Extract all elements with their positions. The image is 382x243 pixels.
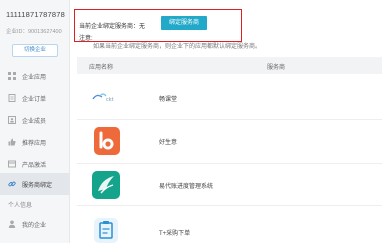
sidebar-item-label: 我的企业 [22, 222, 47, 229]
column-header-service-provider: 服务商 [267, 65, 286, 71]
switch-enterprise-button[interactable]: 切换企业 [12, 44, 58, 57]
sidebar: 11111871787878 企业ID：90013627400 切换企业 企业应… [0, 0, 70, 243]
note-text: 如果当前企业绑定服务商，则企业下的应用都默认绑定服务商。 [93, 44, 262, 50]
svg-text:ckt: ckt [106, 97, 114, 103]
tplus-purchase-logo [94, 218, 118, 243]
main-content: 当前企业绑定服务商：无 绑定服务商 注意: 如果当前企业绑定服务商，则企业下的应… [71, 0, 382, 243]
sidebar-item-service-binding[interactable]: 服务商绑定 [0, 173, 70, 195]
table-row[interactable]: ckt 畅课堂 [77, 74, 382, 120]
sidebar-item-recommended-apps[interactable]: 推荐应用 [0, 131, 70, 153]
app-name: 好生意 [159, 140, 178, 146]
sidebar-item-label: 产品激活 [22, 162, 47, 169]
activate-icon [8, 160, 16, 168]
sidebar-item-enterprise-members[interactable]: 企业成员 [0, 109, 70, 131]
enterprise-id: 企业ID：90013627400 [6, 29, 62, 35]
sidebar-item-product-activation[interactable]: 产品激活 [0, 153, 70, 175]
table-header: 应用名称 服务商 [77, 57, 382, 74]
app-name: 畅课堂 [159, 97, 178, 103]
table-row[interactable]: 好生意 [77, 120, 382, 164]
sidebar-item-label: 企业订单 [22, 96, 47, 103]
table-row[interactable]: T+采购下单 [77, 206, 382, 243]
link-icon [8, 180, 16, 188]
sidebar-item-enterprise-orders[interactable]: 企业订单 [0, 87, 70, 109]
sidebar-item-label: 推荐应用 [22, 140, 47, 147]
changketang-logo: ckt [91, 90, 121, 109]
person-icon [8, 220, 16, 228]
sidebar-item-enterprise-apps[interactable]: 企业应用 [0, 65, 70, 87]
bind-service-button[interactable]: 绑定服务商 [161, 16, 207, 30]
section-personal-info: 个人信息 [8, 203, 33, 209]
members-icon [8, 116, 16, 124]
column-header-app-name: 应用名称 [89, 65, 114, 71]
app-name: T+采购下单 [159, 231, 191, 237]
grid-icon [8, 72, 16, 80]
account-phone: 11111871787878 [6, 10, 65, 19]
sidebar-item-label: 服务商绑定 [22, 182, 53, 189]
yidaizhang-logo [92, 171, 120, 204]
table-row[interactable]: 易代账进度管理系统 [77, 164, 382, 206]
current-service-label: 当前企业绑定服务商：无 [79, 24, 146, 30]
haoshengyi-logo [94, 127, 120, 160]
order-icon [8, 94, 16, 102]
thumb-up-icon [8, 138, 16, 146]
sidebar-item-label: 企业成员 [22, 118, 47, 125]
note-label: 注意: [79, 36, 93, 42]
sidebar-item-my-enterprise[interactable]: 我的企业 [0, 213, 70, 235]
sidebar-item-label: 企业应用 [22, 74, 47, 81]
app-name: 易代账进度管理系统 [159, 184, 214, 190]
